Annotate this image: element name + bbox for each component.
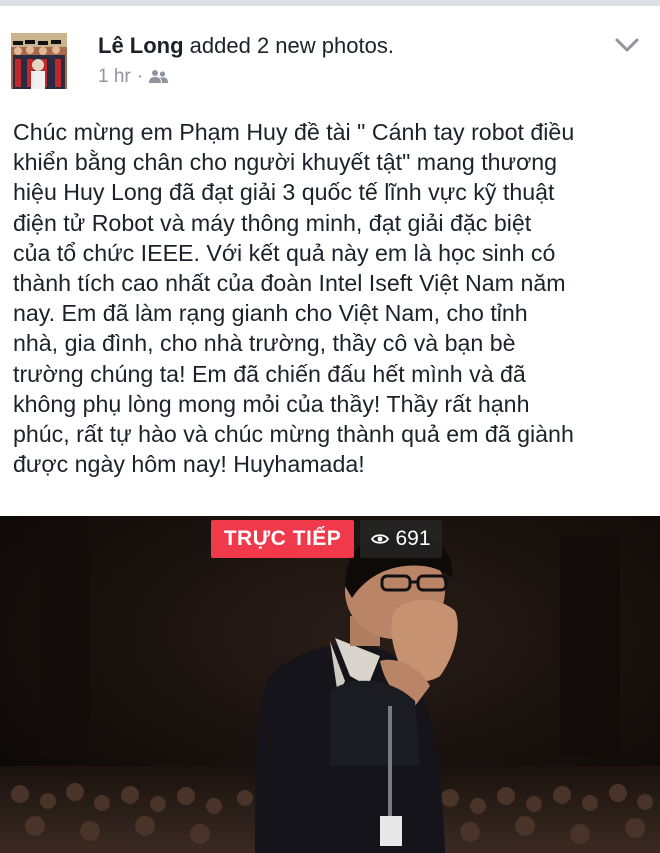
author-avatar[interactable] — [11, 33, 67, 89]
viewer-count-badge: 691 — [360, 520, 442, 558]
viewer-count: 691 — [395, 527, 431, 550]
avatar-photo — [11, 33, 67, 89]
post-meta: 1 hr · — [98, 66, 169, 88]
chevron-down-icon[interactable] — [612, 32, 642, 58]
friends-icon[interactable] — [149, 69, 169, 85]
live-badge: TRỰC TIẾP — [211, 520, 354, 558]
post-timestamp[interactable]: 1 hr — [98, 66, 131, 88]
post-title-line: Lê Long added 2 new photos. — [98, 33, 394, 59]
author-name[interactable]: Lê Long — [98, 33, 184, 58]
post-action-text: added 2 new photos. — [189, 33, 394, 58]
post-message: Chúc mừng em Phạm Huy đề tài " Cánh tay … — [13, 119, 575, 478]
video-frame — [0, 516, 660, 853]
live-video[interactable] — [0, 516, 660, 853]
meta-separator: · — [136, 66, 144, 87]
eye-icon — [371, 533, 390, 545]
